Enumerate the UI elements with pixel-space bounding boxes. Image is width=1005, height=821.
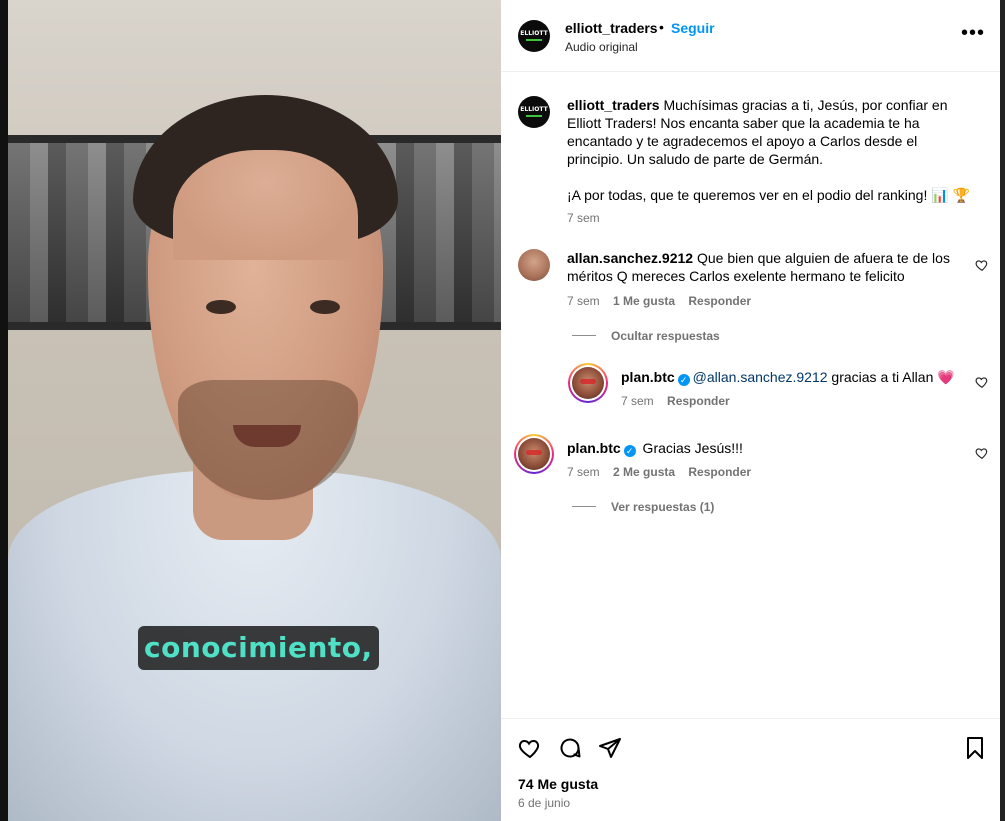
comment-text: plan.btc ✓ Gracias Jesús!!! — [567, 440, 743, 457]
reel-video[interactable]: conocimiento, — [8, 0, 501, 821]
comment-likes[interactable]: 1 Me gusta — [613, 294, 675, 308]
reply-text: plan.btc ✓ @allan.sanchez.9212 gracias a t… — [621, 369, 955, 386]
caption-avatar[interactable]: ELLIOTT — [518, 96, 550, 128]
reply-time: 7 sem — [621, 394, 654, 408]
post-header: ELLIOTT elliott_traders • Seguir Audio o… — [501, 0, 1001, 72]
caption-text: elliott_traders Muchísimas gracias a ti,… — [567, 97, 970, 203]
comment-meta: 7 sem 1 Me gusta Responder — [567, 294, 751, 308]
reply-meta: 7 sem Responder — [621, 394, 730, 408]
heart-icon[interactable] — [518, 736, 542, 760]
brand-logo-text: ELLIOTT — [520, 106, 548, 113]
account-avatar[interactable]: ELLIOTT — [518, 20, 550, 52]
window-edge — [1000, 0, 1005, 821]
reply-mention[interactable]: @allan.sanchez.9212 — [693, 369, 828, 385]
reply-username[interactable]: plan.btc — [621, 369, 675, 385]
reply-avatar[interactable] — [568, 363, 608, 403]
separator-dot: • — [659, 19, 664, 35]
post-actions-bar — [501, 718, 1001, 821]
reply-button[interactable]: Responder — [688, 294, 751, 308]
caption-text-line2: ¡A por todas, que te queremos ver en el … — [567, 187, 970, 203]
caption-time: 7 sem — [567, 211, 600, 225]
verified-badge-icon: ✓ — [677, 374, 690, 386]
reply-button[interactable]: Responder — [688, 465, 751, 479]
hide-replies-button[interactable]: Ocultar respuestas — [611, 329, 720, 343]
comment-likes[interactable]: 2 Me gusta — [613, 465, 675, 479]
video-subtitle: conocimiento, — [138, 626, 379, 670]
like-reply-heart-icon[interactable] — [975, 375, 989, 389]
bookmark-icon[interactable] — [963, 736, 987, 760]
comment-meta: 7 sem 2 Me gusta Responder — [567, 465, 751, 479]
person-eye-right — [310, 300, 340, 314]
more-options-icon[interactable]: ••• — [961, 22, 985, 45]
comments-list[interactable]: ELLIOTT elliott_traders Muchísimas graci… — [501, 72, 1001, 718]
likes-count[interactable]: 74 Me gusta — [518, 776, 598, 792]
caption-username[interactable]: elliott_traders — [567, 97, 660, 113]
commenter-avatar[interactable] — [514, 434, 554, 474]
post-date[interactable]: 6 de junio — [518, 796, 570, 810]
comment-text: allan.sanchez.9212 Que bien que alguien … — [567, 250, 950, 284]
comment-time: 7 sem — [567, 294, 600, 308]
like-comment-heart-icon[interactable] — [975, 258, 989, 272]
person-eye-left — [206, 300, 236, 314]
post-details-panel: ELLIOTT elliott_traders • Seguir Audio o… — [501, 0, 1005, 821]
like-comment-heart-icon[interactable] — [975, 446, 989, 460]
comment-username[interactable]: allan.sanchez.9212 — [567, 250, 693, 266]
thread-line — [572, 335, 596, 336]
comment-icon[interactable] — [558, 736, 582, 760]
account-username[interactable]: elliott_traders — [565, 20, 658, 36]
share-icon[interactable] — [598, 736, 622, 760]
person-hair — [133, 95, 398, 260]
brand-logo-text: ELLIOTT — [520, 30, 548, 37]
follow-button[interactable]: Seguir — [671, 20, 715, 36]
audio-label[interactable]: Audio original — [565, 40, 638, 54]
instagram-post-window: conocimiento, ELLIOTT elliott_traders • … — [0, 0, 1005, 821]
comment-username[interactable]: plan.btc — [567, 440, 621, 456]
comment-time: 7 sem — [567, 465, 600, 479]
commenter-avatar[interactable] — [518, 249, 550, 281]
view-replies-button[interactable]: Ver respuestas (1) — [611, 500, 714, 514]
reply-reply-button[interactable]: Responder — [667, 394, 730, 408]
thread-line — [572, 506, 596, 507]
verified-badge-icon: ✓ — [623, 445, 636, 457]
